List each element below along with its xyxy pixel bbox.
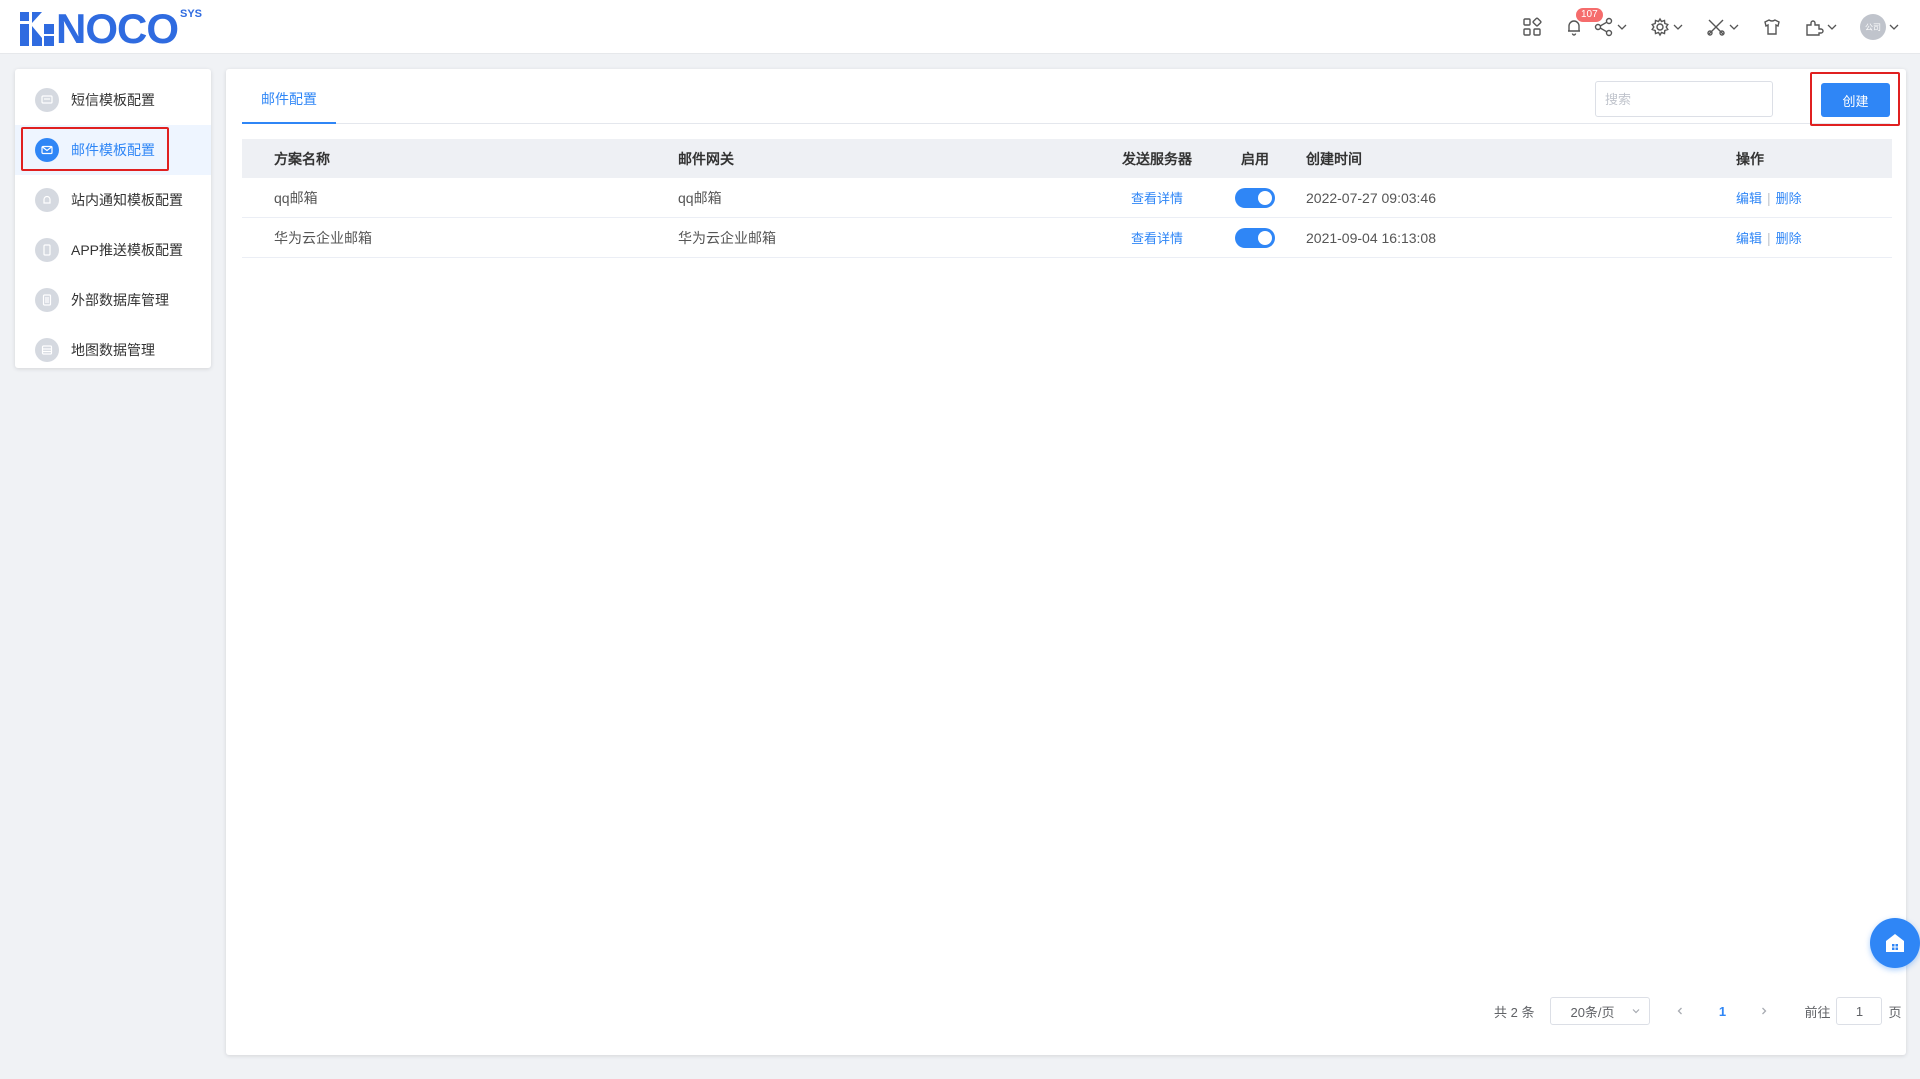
create-button[interactable]: 创建 [1821,83,1890,117]
view-details-link[interactable]: 查看详情 [1131,231,1183,246]
edit-link[interactable]: 编辑 [1736,191,1762,206]
shirt-icon [1764,19,1780,35]
header-toolbar: 107 公司 [1500,0,1900,54]
table-header: 方案名称 邮件网关 发送服务器 启用 创建时间 操作 [242,139,1892,178]
apps-grid-icon [1523,17,1542,36]
create-highlight-box: 创建 [1810,72,1900,126]
enabled-toggle[interactable] [1235,187,1275,208]
column-header-created: 创建时间 [1306,150,1362,167]
chevron-right-icon [1762,1007,1767,1014]
sidebar-item-label: 地图数据管理 [71,342,155,358]
brand-name: NOCO [56,5,179,52]
sidebar-item-label: 短信模板配置 [71,92,155,108]
cell-name: 华为云企业邮箱 [274,229,372,246]
page-number[interactable]: 1 [1702,1004,1742,1019]
sidebar-item-mail-template[interactable]: 邮件模板配置 [15,125,211,175]
prev-page-button[interactable] [1664,1004,1696,1019]
apps-button[interactable] [1522,17,1542,37]
table-row: 华为云企业邮箱 华为云企业邮箱 查看详情 2021-09-04 16:13:08… [242,218,1892,258]
cell-name: qq邮箱 [274,189,318,206]
pagination-total: 共 2 条 [1494,1004,1535,1020]
gear-icon [1651,17,1669,37]
column-header-gateway: 邮件网关 [678,150,734,167]
pagination: 共 2 条 20条/页 1 前往 页 [1494,997,1902,1025]
view-details-link[interactable]: 查看详情 [1131,191,1183,206]
notice-icon [35,188,59,212]
list-icon [35,338,59,362]
logo-mark-icon [20,12,54,46]
delete-link[interactable]: 删除 [1776,191,1802,206]
delete-link[interactable]: 删除 [1776,231,1802,246]
column-header-actions: 操作 [1736,150,1764,167]
next-page-button[interactable] [1748,1004,1780,1019]
sidebar-item-app-push-template[interactable]: APP推送模板配置 [15,225,211,275]
user-menu[interactable]: 公司 [1860,14,1900,40]
sidebar-item-label: APP推送模板配置 [71,242,184,258]
chevron-down-icon [1673,24,1683,30]
message-icon [35,88,59,112]
cell-gateway: 华为云企业邮箱 [678,229,776,246]
phone-icon [35,238,59,262]
brand-logo[interactable]: NOCO SYS [20,5,203,52]
chevron-down-icon [1889,24,1899,30]
cell-gateway: qq邮箱 [678,189,722,206]
share-menu[interactable] [1594,17,1628,37]
divider: | [1767,190,1771,206]
tools-menu[interactable] [1706,17,1740,37]
enabled-toggle[interactable] [1235,227,1275,248]
document-icon [35,288,59,312]
sidebar-item-sms-template[interactable]: 短信模板配置 [15,75,211,125]
notifications-button[interactable]: 107 [1564,8,1603,37]
home-icon [1886,934,1904,952]
top-header: NOCO SYS 107 公司 [0,0,1920,54]
goto-page-input[interactable] [1836,997,1883,1025]
column-header-enabled: 启用 [1241,150,1269,167]
divider: | [1767,230,1771,246]
puzzle-icon [1806,20,1824,36]
avatar: 公司 [1860,14,1886,40]
page-suffix: 页 [1888,1004,1902,1020]
main-panel: 邮件配置 创建 方案名称 邮件网关 发送服务器 启用 创建时间 操作 qq邮箱 … [226,69,1906,1055]
sidebar-item-map-data[interactable]: 地图数据管理 [15,325,211,375]
sidebar-item-external-db[interactable]: 外部数据库管理 [15,275,211,325]
share-icon [1594,17,1613,37]
column-header-name: 方案名称 [274,150,330,167]
chevron-down-icon [1729,24,1739,30]
mail-config-table: 方案名称 邮件网关 发送服务器 启用 创建时间 操作 qq邮箱 qq邮箱 查看详… [242,139,1892,258]
chevron-down-icon [1633,1009,1640,1014]
plugins-menu[interactable] [1804,17,1838,37]
home-float-button[interactable] [1870,918,1920,968]
sidebar-item-label: 站内通知模板配置 [71,192,183,208]
edit-link[interactable]: 编辑 [1736,231,1762,246]
cell-created: 2021-09-04 16:13:08 [1306,229,1436,246]
chevron-left-icon [1678,1007,1683,1014]
chevron-down-icon [1827,24,1837,30]
column-header-server: 发送服务器 [1122,150,1192,167]
settings-menu[interactable] [1650,17,1684,37]
brand-suffix: SYS [180,8,203,20]
sidebar-item-label: 邮件模板配置 [71,142,155,158]
sidebar-item-label: 外部数据库管理 [71,292,169,308]
sidebar: 短信模板配置 邮件模板配置 站内通知模板配置 APP推送模板配置 外部数据库管理… [15,69,211,368]
page-size-value: 20条/页 [1570,1004,1615,1020]
search-input[interactable] [1595,81,1773,117]
page-size-select[interactable]: 20条/页 [1550,997,1651,1025]
cell-created: 2022-07-27 09:03:46 [1306,189,1436,206]
tools-icon [1707,19,1725,36]
goto-label: 前往 [1804,1004,1831,1020]
theme-button[interactable] [1762,17,1782,37]
chevron-down-icon [1617,24,1627,30]
mail-icon [35,138,59,162]
sidebar-item-notice-template[interactable]: 站内通知模板配置 [15,175,211,225]
table-row: qq邮箱 qq邮箱 查看详情 2022-07-27 09:03:46 编辑 | 删除 [242,178,1892,218]
tab-mail-config[interactable]: 邮件配置 [242,69,336,124]
